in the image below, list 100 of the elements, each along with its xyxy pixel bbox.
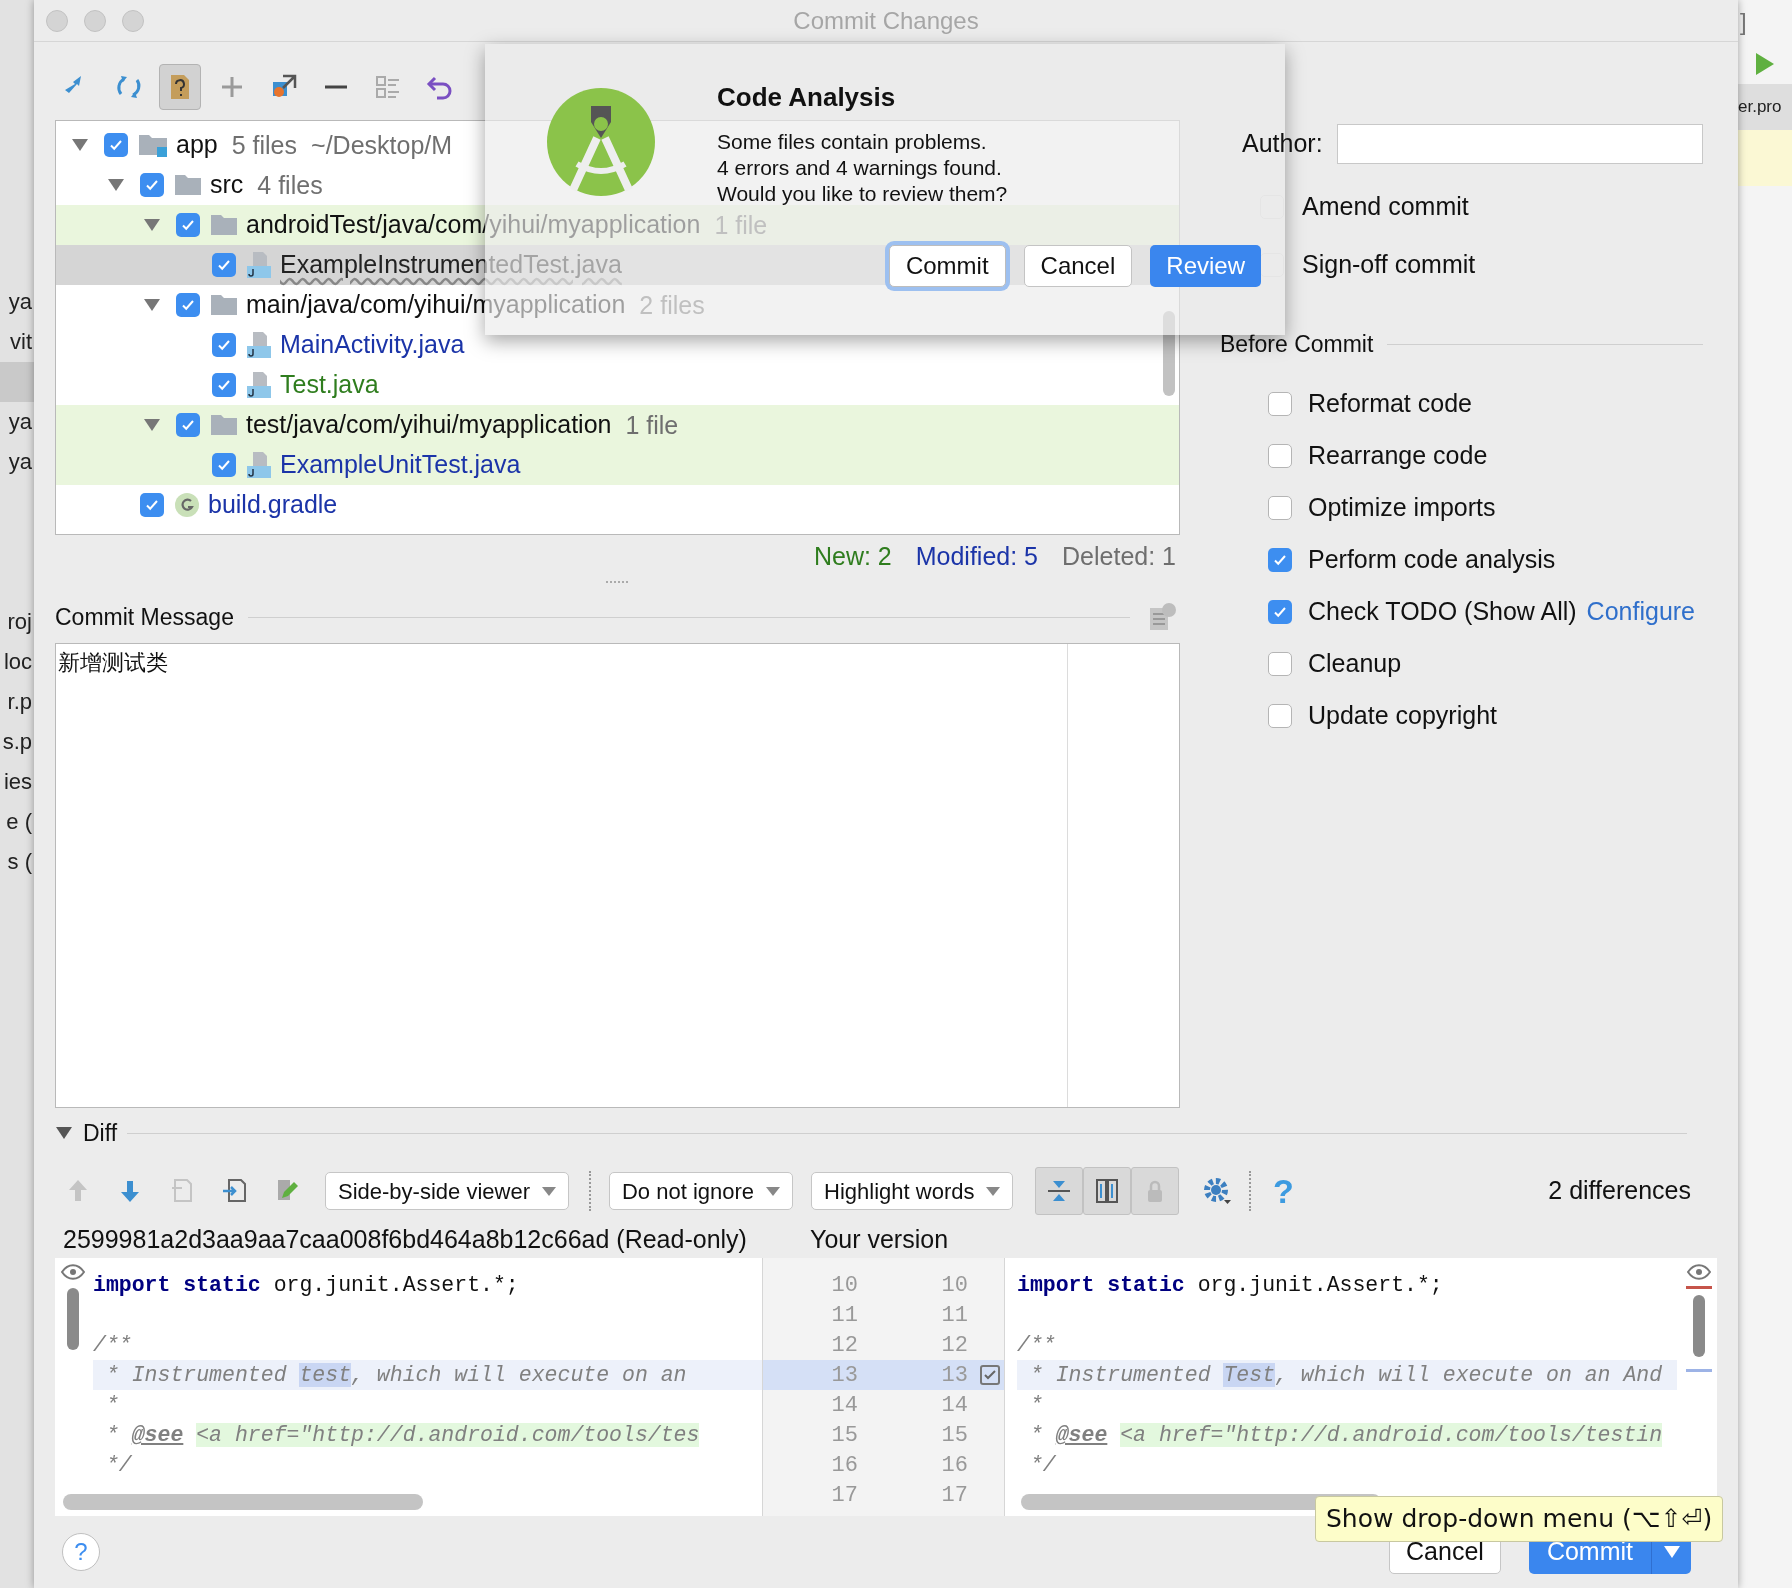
toggle-button[interactable] — [1131, 1167, 1180, 1215]
eye-icon[interactable] — [61, 1264, 85, 1280]
line-number: 13 — [830, 1361, 858, 1390]
file-count: 5 files — [231, 132, 298, 158]
tooltip: Show drop-down menu (⌥⇧⏎) — [1315, 1496, 1724, 1542]
folder-name: test/java/com/yihui/myapplication — [246, 409, 612, 441]
tree-row[interactable]: test/java/com/yihui/myapplication 1 file — [56, 405, 1179, 445]
line-number: 11 — [830, 1301, 858, 1330]
dialog-message: Would you like to review them? — [717, 181, 1009, 207]
expand-arrow-icon[interactable] — [143, 298, 161, 312]
folder-name: androidTest/java/com/yihui/myapplication — [246, 209, 701, 241]
dialog-button[interactable]: Review — [1150, 245, 1261, 287]
checkbox[interactable] — [104, 133, 128, 157]
message-history-icon — [1147, 602, 1177, 632]
line-checkbox[interactable] — [980, 1365, 1000, 1385]
folder-icon — [210, 414, 238, 436]
folder-name: app — [176, 129, 218, 161]
line-number: 15 — [830, 1421, 858, 1450]
file-count: 1 file — [625, 412, 679, 438]
line-number: 15 — [940, 1421, 968, 1450]
folder-name: src — [210, 169, 244, 201]
dropdown-caret-icon — [1663, 1546, 1680, 1558]
change-count: Deleted: 1 — [1062, 541, 1176, 573]
checkbox[interactable] — [1268, 704, 1292, 728]
line-number: 13 — [940, 1361, 968, 1390]
checkbox[interactable] — [176, 213, 200, 237]
commit-message-field[interactable]: 新增测试类 — [55, 643, 1180, 1108]
toggle-button[interactable] — [1035, 1167, 1084, 1215]
dropdown[interactable]: Side-by-side viewer — [325, 1172, 569, 1210]
dropdown[interactable]: Highlight words — [811, 1172, 1014, 1210]
dialog-button[interactable]: Cancel — [1023, 245, 1133, 287]
minus-icon — [325, 85, 347, 89]
checkbox[interactable] — [1268, 444, 1292, 468]
scrollbar-thumb[interactable] — [1693, 1295, 1705, 1357]
checkbox[interactable] — [1260, 253, 1284, 277]
line-number: 10 — [830, 1271, 858, 1300]
section-title: Before Commit — [1220, 329, 1374, 359]
checkbox[interactable] — [1268, 392, 1292, 416]
background-text: vit — [10, 328, 33, 356]
checkbox[interactable] — [1260, 195, 1284, 219]
line-number: 10 — [940, 1271, 968, 1300]
tree-row[interactable]: ExampleUnitTest.java — [56, 445, 1179, 485]
checkbox[interactable] — [212, 373, 236, 397]
checkbox[interactable] — [1268, 600, 1292, 624]
dropdown[interactable]: Do not ignore — [608, 1172, 794, 1210]
option-label: Rearrange code — [1308, 440, 1488, 472]
dropdown-caret-icon — [766, 1186, 781, 1196]
code-line: * — [104, 1392, 120, 1419]
toggle-button[interactable] — [1083, 1167, 1132, 1215]
checkbox[interactable] — [1268, 652, 1292, 676]
option-label: Sign-off commit — [1302, 249, 1476, 281]
checkbox[interactable] — [176, 293, 200, 317]
commit-message-text: 新增测试类 — [57, 649, 169, 677]
checkbox[interactable] — [212, 453, 236, 477]
option-label: Perform code analysis — [1308, 544, 1556, 576]
background-text: loc — [3, 648, 33, 676]
checkbox[interactable] — [1268, 496, 1292, 520]
line-number: 12 — [830, 1331, 858, 1360]
java-file-icon — [246, 251, 272, 279]
expand-arrow-icon[interactable] — [107, 178, 125, 192]
scrollbar-thumb[interactable] — [1163, 311, 1175, 396]
file-count: 4 files — [257, 172, 323, 198]
background-text: ya — [8, 448, 33, 476]
expand-arrow-icon[interactable] — [143, 218, 161, 232]
line-number: 17 — [940, 1481, 968, 1510]
section-title: Commit Message — [55, 602, 234, 632]
expand-arrow-icon[interactable] — [143, 418, 161, 432]
file-name: Test.java — [280, 369, 379, 401]
option-label: Optimize imports — [1308, 492, 1496, 524]
code-line: /** — [1017, 1332, 1057, 1359]
line-number: 14 — [940, 1391, 968, 1420]
checkbox[interactable] — [140, 493, 164, 517]
change-count: Modified: 5 — [915, 541, 1039, 573]
change-count: New: 2 — [813, 541, 892, 573]
java-file-icon — [246, 371, 272, 399]
app-logo-icon — [545, 86, 657, 198]
author-field[interactable] — [1336, 124, 1703, 164]
configure-link[interactable]: Configure — [1586, 593, 1695, 631]
author-label: Author: — [1242, 128, 1323, 160]
toolbar-button[interactable] — [159, 64, 201, 110]
change-marker — [1686, 1286, 1712, 1289]
dialog-title: Code Analysis — [717, 81, 897, 114]
checkbox[interactable] — [140, 173, 164, 197]
checkbox[interactable] — [212, 333, 236, 357]
checkbox[interactable] — [212, 253, 236, 277]
background-text: e ( — [6, 808, 33, 836]
checkbox[interactable] — [176, 413, 200, 437]
code-line: import static org.junit.Assert.*; — [93, 1272, 520, 1299]
splitter-grip-icon — [604, 579, 631, 585]
scrollbar-thumb[interactable] — [63, 1494, 423, 1510]
section-title: Diff — [83, 1118, 118, 1148]
module-folder-icon — [138, 133, 168, 157]
checkbox[interactable] — [1268, 548, 1292, 572]
file-name: MainActivity.java — [280, 329, 465, 361]
eye-icon[interactable] — [1687, 1264, 1711, 1280]
file-name: ExampleUnitTest.java — [280, 449, 521, 481]
collapse-arrow-icon[interactable] — [55, 1126, 73, 1140]
line-number: 17 — [830, 1481, 858, 1510]
scrollbar-thumb[interactable] — [67, 1288, 79, 1350]
expand-arrow-icon[interactable] — [71, 138, 89, 152]
